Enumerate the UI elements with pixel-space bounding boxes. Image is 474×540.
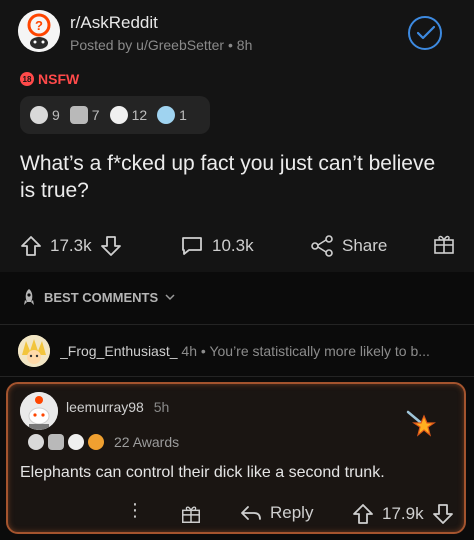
- comment-preview: _Frog_Enthusiast_ 4h • You’re statistica…: [60, 343, 430, 359]
- nsfw-badge-icon: 18: [20, 72, 34, 86]
- rocket-icon: [24, 289, 34, 305]
- nsfw-tag: 18 NSFW: [20, 71, 79, 87]
- award-button[interactable]: [180, 503, 202, 530]
- star-award-icon: [88, 434, 104, 450]
- avatar[interactable]: [18, 335, 50, 367]
- post-title[interactable]: What’s a f*cked up fact you just can’t b…: [20, 150, 450, 204]
- svg-text:?: ?: [35, 18, 43, 33]
- awards-count: 22 Awards: [114, 434, 180, 450]
- award-silver: 9: [30, 106, 60, 124]
- reply-label: Reply: [270, 503, 314, 522]
- sort-label: BEST COMMENTS: [44, 289, 159, 305]
- divider: [0, 324, 474, 325]
- award-helpful: 7: [69, 106, 100, 124]
- comment-body: Elephants can control their dick like a …: [20, 464, 385, 481]
- subreddit-avatar[interactable]: ?: [18, 10, 60, 52]
- checkmark-icon: [417, 26, 435, 40]
- gift-icon: [182, 506, 200, 523]
- post-score: 17.3k: [50, 236, 92, 255]
- post-author[interactable]: Posted by u/GreebSetter: [70, 37, 224, 53]
- share-button[interactable]: Share: [310, 235, 387, 257]
- award-count: 1: [179, 107, 187, 123]
- comment-score: 17.9k: [382, 504, 424, 523]
- downvote-icon[interactable]: [432, 503, 454, 525]
- silver-award-icon: [28, 434, 44, 450]
- post-action-bar: 17.3k 10.3k Share: [0, 222, 474, 270]
- laughing-award-icon: [157, 106, 176, 124]
- post-meta: Posted by u/GreebSetter • 8h: [70, 37, 252, 53]
- upvote-icon[interactable]: [20, 235, 42, 257]
- more-options-icon[interactable]: ⋮: [126, 500, 144, 521]
- share-icon: [311, 235, 333, 257]
- downvote-icon[interactable]: [100, 235, 122, 257]
- meta-separator: •: [227, 37, 237, 53]
- comment-vote: 17.9k: [352, 503, 454, 525]
- reply-icon: [241, 506, 261, 520]
- award-wholesome: 12: [109, 106, 148, 124]
- comment-awards[interactable]: 22 Awards: [28, 434, 179, 450]
- chevron-down-icon: [165, 294, 175, 301]
- upvote-icon[interactable]: [352, 503, 374, 525]
- shooting-star-icon: [406, 408, 438, 445]
- comment-author[interactable]: leemurray98: [66, 399, 144, 415]
- post-age: 8h: [236, 37, 253, 53]
- award-count: 12: [131, 107, 148, 123]
- comment-count: 10.3k: [212, 236, 254, 255]
- post-awards-bar[interactable]: 9 7 12 1: [20, 96, 210, 134]
- sort-dropdown[interactable]: BEST COMMENTS: [20, 288, 176, 306]
- share-label: Share: [342, 236, 388, 255]
- comment-age: 5h: [153, 399, 170, 415]
- helpful-award-icon: [48, 434, 64, 450]
- award-laughing: 1: [157, 106, 187, 124]
- gift-icon: [434, 235, 454, 254]
- comment-header: leemurray98 5h: [66, 399, 169, 415]
- comments-button[interactable]: 10.3k: [180, 235, 254, 257]
- silver-award-icon: [30, 106, 48, 124]
- helpful-award-icon: [69, 106, 88, 124]
- award-button[interactable]: [432, 232, 456, 261]
- award-count: 9: [52, 107, 60, 123]
- comment-collapsed[interactable]: _Frog_Enthusiast_ 4h • You’re statistica…: [18, 333, 458, 369]
- joined-button[interactable]: [408, 16, 442, 50]
- wholesome-award-icon: [68, 434, 84, 450]
- post-card: ? r/AskReddit Posted by u/GreebSetter • …: [0, 0, 474, 272]
- reply-button[interactable]: Reply: [240, 503, 313, 523]
- comment-preview-text: You’re statistically more likely to b...: [209, 343, 430, 359]
- nsfw-label: NSFW: [38, 71, 80, 87]
- avatar[interactable]: [20, 392, 58, 430]
- post-vote: 17.3k: [20, 235, 122, 257]
- comment-author[interactable]: _Frog_Enthusiast_: [60, 343, 178, 359]
- wholesome-award-icon: [109, 106, 128, 124]
- divider: [0, 376, 474, 377]
- subreddit-name[interactable]: r/AskReddit: [70, 13, 158, 33]
- award-count: 7: [91, 107, 100, 123]
- comment-action-bar: ⋮ Reply 17.9k: [0, 498, 474, 528]
- comment-icon: [182, 237, 202, 255]
- comment-age: 4h: [181, 343, 197, 359]
